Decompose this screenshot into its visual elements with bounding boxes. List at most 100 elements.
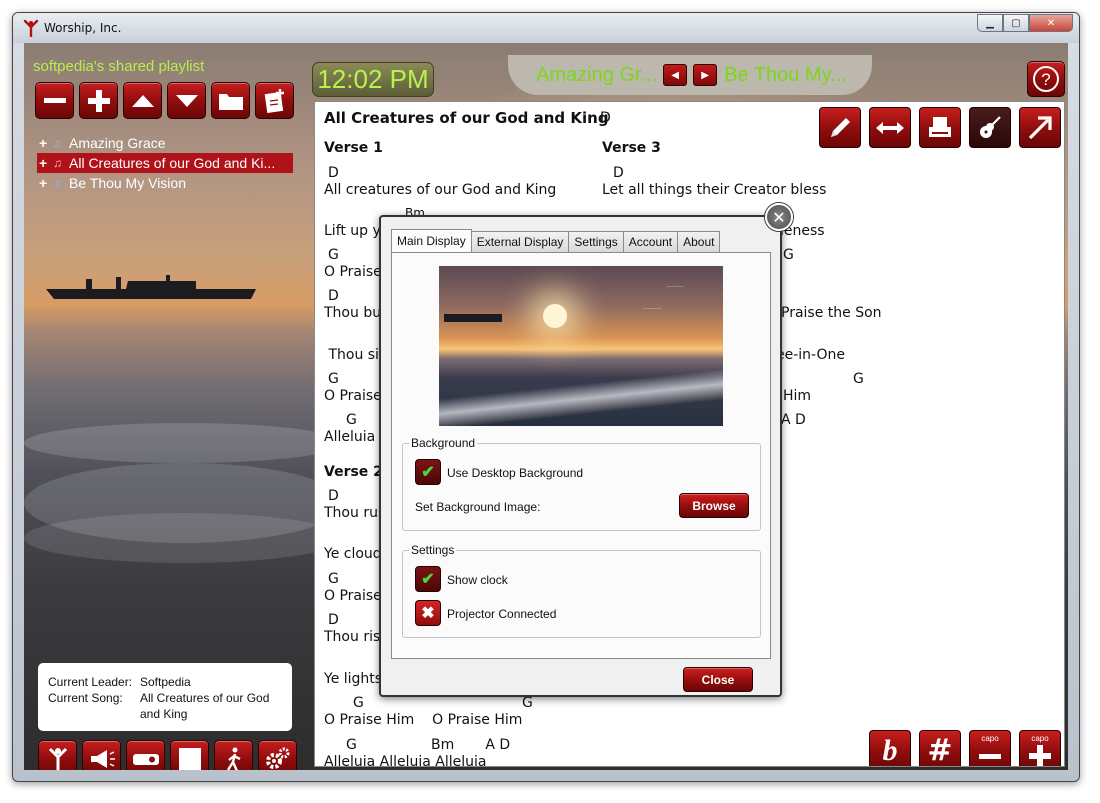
- playlist-toolbar: [35, 82, 294, 119]
- help-button[interactable]: ?: [1027, 61, 1065, 97]
- bottom-toolbar: [38, 740, 297, 770]
- dialog-tabs: Main Display External Display Settings A…: [391, 229, 721, 252]
- sharp-icon: #: [927, 733, 953, 767]
- expand-icon[interactable]: +: [39, 155, 53, 171]
- playlist-item-selected[interactable]: + ♫ All Creatures of our God and Ki...: [37, 153, 293, 173]
- worship-button[interactable]: [38, 740, 77, 770]
- show-clock-checkbox[interactable]: ✔: [415, 566, 441, 592]
- projector-button[interactable]: [126, 740, 165, 770]
- lyric-line: Ye cloud: [324, 546, 382, 562]
- capo-up-button[interactable]: capo: [1019, 730, 1061, 766]
- lyric-line: Ye lights: [324, 671, 383, 687]
- lyric-line: Alleluia Alleluia Alleluia: [324, 754, 487, 767]
- flat-button[interactable]: b: [869, 730, 911, 766]
- use-desktop-bg-label: Use Desktop Background: [447, 466, 584, 480]
- tab-external-display[interactable]: External Display: [470, 231, 570, 252]
- announcements-button[interactable]: [82, 740, 121, 770]
- lyric-line: O Praise: [324, 588, 382, 604]
- window-title: Worship, Inc.: [44, 21, 122, 35]
- print-button[interactable]: [919, 107, 961, 148]
- previous-song-button[interactable]: ◀: [663, 64, 688, 86]
- sharp-button[interactable]: #: [919, 730, 961, 767]
- tab-about[interactable]: About: [677, 231, 721, 252]
- set-bg-image-label: Set Background Image:: [415, 500, 541, 514]
- settings-dialog: Main Display External Display Settings A…: [379, 215, 782, 697]
- popout-button[interactable]: [1019, 107, 1061, 148]
- remove-song-button[interactable]: [35, 82, 74, 119]
- chord: G: [346, 412, 357, 428]
- capo-label: capo: [981, 734, 999, 743]
- next-song-button[interactable]: ▶: [693, 64, 718, 86]
- clock-display: 12:02 PM: [312, 62, 434, 97]
- expand-icon[interactable]: +: [39, 135, 53, 151]
- check-icon: ✔: [421, 464, 435, 481]
- chord: D: [328, 288, 339, 304]
- next-song-title[interactable]: Be Thou My...: [724, 64, 847, 87]
- playlist-item[interactable]: + ♫ Be Thou My Vision: [37, 173, 293, 193]
- browse-button[interactable]: Browse: [679, 493, 749, 518]
- help-question-icon: ?: [1033, 66, 1059, 92]
- open-folder-button[interactable]: [211, 82, 250, 119]
- lyric-line: Let all things their Creator bless: [602, 182, 827, 198]
- minimize-button[interactable]: ▁: [977, 14, 1003, 32]
- maximize-button[interactable]: ▢: [1003, 14, 1029, 32]
- tab-main-display[interactable]: Main Display: [391, 229, 472, 252]
- chord: D: [328, 612, 339, 628]
- display-preview-image: ~~~~~~~ ~~~~~~~~: [439, 266, 723, 426]
- lyric-line: O Praise: [324, 388, 382, 404]
- show-clock-label: Show clock: [447, 573, 508, 587]
- tab-settings[interactable]: Settings: [568, 231, 624, 252]
- settings-group: Settings ✔ Show clock ✖ Projector Connec…: [402, 543, 761, 638]
- chord: G: [328, 247, 339, 263]
- arrow-diagonal-icon: [1028, 115, 1052, 139]
- settings-button[interactable]: [258, 740, 297, 770]
- dialog-dismiss-button[interactable]: ✕: [765, 203, 793, 231]
- playlist-title: softpedia's shared playlist: [33, 58, 205, 75]
- current-song-label: Current Song:: [48, 691, 123, 705]
- verse-3-heading: Verse 3: [602, 140, 661, 156]
- move-up-button[interactable]: [123, 82, 162, 119]
- capo-down-button[interactable]: capo: [969, 730, 1011, 766]
- current-song-value: All Creatures of our God and King: [140, 691, 270, 721]
- song-title: All Creatures of our God and King: [324, 109, 609, 127]
- triangle-left-icon: ◀: [671, 69, 679, 81]
- chord: G: [853, 371, 864, 387]
- pencil-icon: [831, 117, 850, 137]
- transpose-toolbar: b # capo capo: [869, 730, 1061, 767]
- lyric-line: Thou si: [324, 347, 379, 363]
- move-down-button[interactable]: [167, 82, 206, 119]
- gears-icon: [265, 747, 289, 769]
- playlist-item[interactable]: + ♫ Amazing Grace: [37, 133, 293, 153]
- svg-text:?: ?: [1041, 70, 1050, 89]
- playlist-songs: + ♫ Amazing Grace + ♫ All Creatures of o…: [37, 133, 293, 193]
- lyric-line: Him: [783, 388, 812, 404]
- close-icon: ✕: [772, 207, 786, 227]
- guitar-icon: [980, 115, 1001, 138]
- triangle-right-icon: ▶: [701, 69, 709, 81]
- x-mark-icon: ✖: [421, 605, 435, 622]
- close-window-button[interactable]: ✕: [1029, 14, 1073, 32]
- lyric-line: Thou ris: [324, 629, 381, 645]
- exit-button[interactable]: [214, 740, 253, 770]
- previous-song-title[interactable]: Amazing Gr...: [536, 64, 657, 87]
- current-info-panel: Current Leader: Softpedia Current Song: …: [38, 663, 292, 731]
- edit-song-button[interactable]: [819, 107, 861, 148]
- chord: D: [613, 165, 624, 181]
- use-desktop-bg-checkbox[interactable]: ✔: [415, 459, 441, 485]
- dialog-close-button[interactable]: Close: [683, 667, 753, 692]
- lyrics-toolbar: [819, 107, 1061, 148]
- new-song-button[interactable]: [255, 82, 294, 119]
- projector-connected-checkbox[interactable]: ✖: [415, 600, 441, 626]
- megaphone-icon: [90, 749, 115, 768]
- app-client-area: softpedia's shared playlist + ♫ Amazing …: [24, 43, 1068, 770]
- projector-icon: [132, 753, 159, 765]
- expand-icon[interactable]: +: [39, 175, 53, 191]
- resize-width-button[interactable]: [869, 107, 911, 148]
- add-song-button[interactable]: [79, 82, 118, 119]
- chord: D: [328, 488, 339, 504]
- tab-account[interactable]: Account: [622, 231, 679, 252]
- settings-group-title: Settings: [409, 543, 457, 557]
- current-leader-label: Current Leader:: [48, 675, 133, 689]
- blank-screen-button[interactable]: [170, 740, 209, 770]
- chords-guitar-button[interactable]: [969, 107, 1011, 148]
